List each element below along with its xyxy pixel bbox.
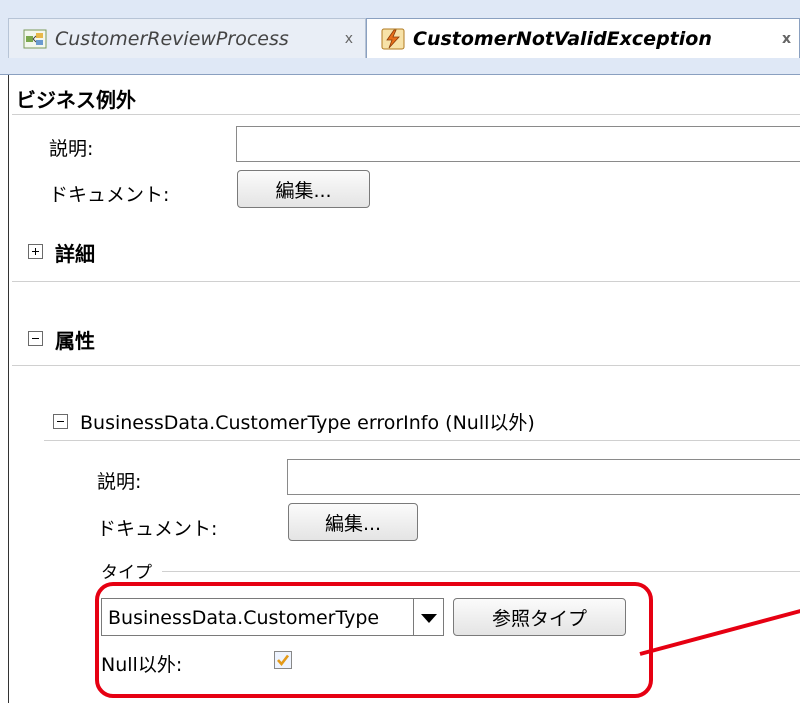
attribute-edit-document-button[interactable]: 編集... <box>288 503 418 541</box>
divider <box>12 281 800 282</box>
collapse-minus-icon[interactable] <box>28 331 43 346</box>
attribute-description-field[interactable] <box>287 459 800 495</box>
close-icon[interactable]: x <box>345 31 353 47</box>
attribute-description-label: 説明: <box>97 471 142 493</box>
group-divider <box>162 571 800 572</box>
editor-left-border <box>8 75 9 703</box>
section-title-attributes[interactable]: 属性 <box>55 325 95 354</box>
callout-pointer-line <box>639 608 800 656</box>
description-field[interactable] <box>236 126 800 162</box>
divider <box>12 114 800 115</box>
document-label: ドキュメント: <box>49 184 170 206</box>
section-title-details[interactable]: 詳細 <box>55 238 95 267</box>
expand-plus-icon[interactable] <box>28 244 43 259</box>
tab-customer-review-process[interactable]: CustomerReviewProcess x <box>8 18 366 58</box>
tab-label: CustomerNotValidException <box>413 27 712 50</box>
divider <box>12 365 800 366</box>
edit-document-button[interactable]: 編集... <box>237 170 370 208</box>
close-icon[interactable]: x <box>782 31 791 47</box>
attribute-header[interactable]: BusinessData.CustomerType errorInfo (Nul… <box>80 408 535 435</box>
attribute-document-label: ドキュメント: <box>97 518 218 540</box>
section-title-business-exception: ビジネス例外 <box>16 88 136 112</box>
collapse-minus-icon[interactable] <box>53 414 68 429</box>
divider <box>44 440 800 441</box>
description-label: 説明: <box>49 138 94 160</box>
type-group-label: タイプ <box>101 563 152 583</box>
tab-label: CustomerReviewProcess <box>55 27 289 50</box>
highlight-callout <box>95 582 653 698</box>
editor-tab-bar: CustomerReviewProcess x CustomerNotValid… <box>0 0 800 75</box>
exception-icon <box>381 28 405 49</box>
process-icon <box>23 29 47 48</box>
tab-customer-not-valid-exception[interactable]: CustomerNotValidException x <box>366 18 800 58</box>
